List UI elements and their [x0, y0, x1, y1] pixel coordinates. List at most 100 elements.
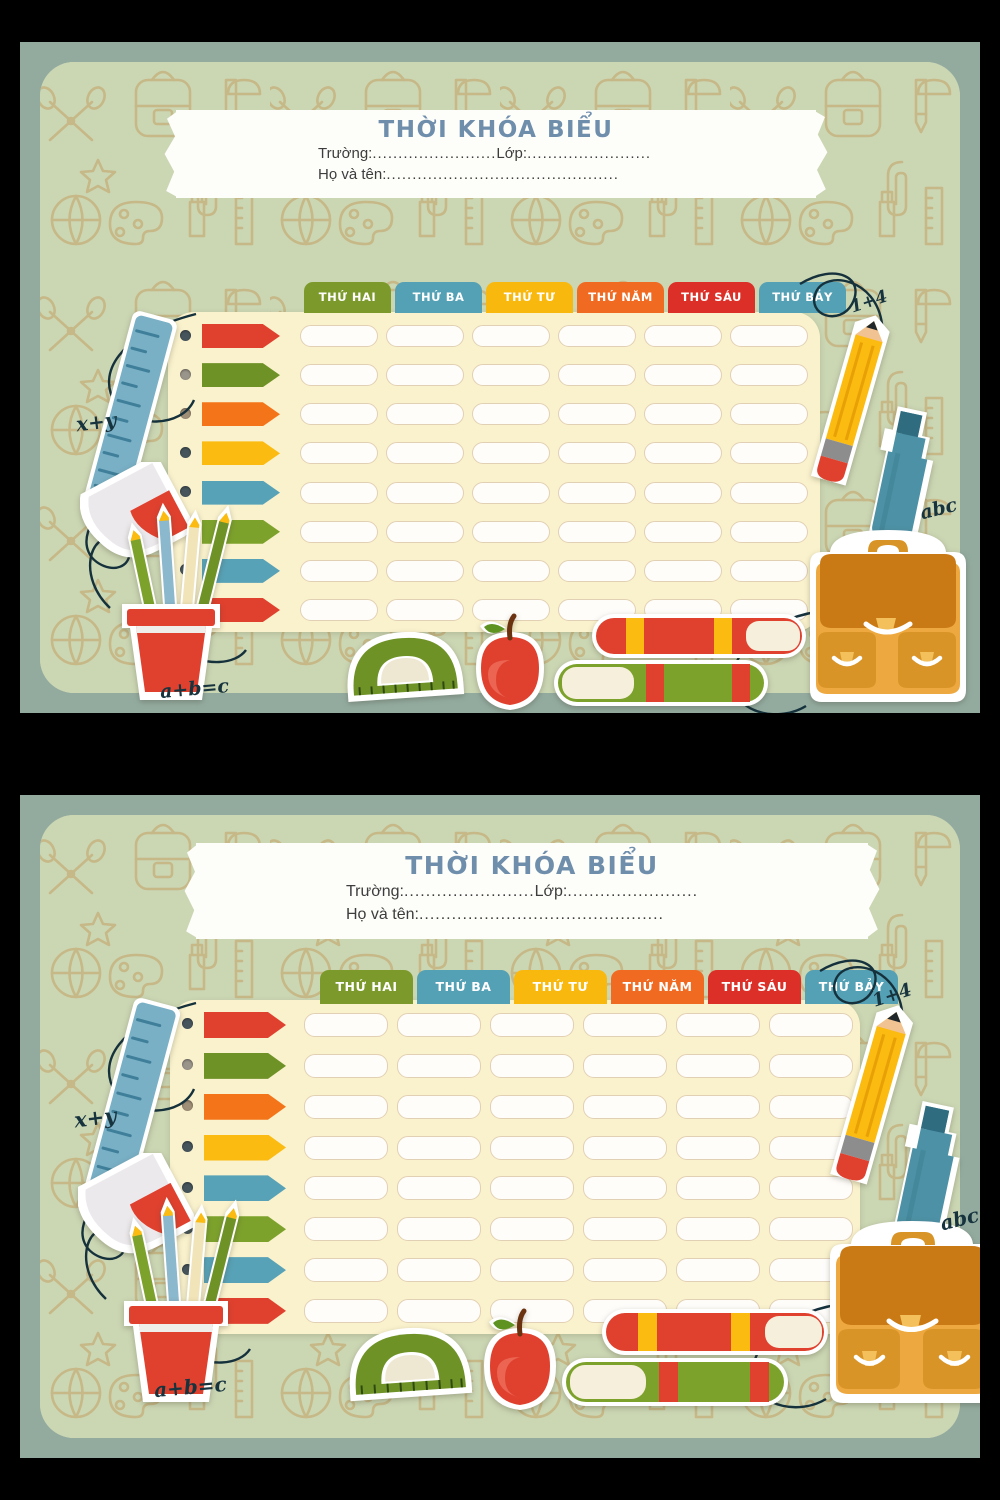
timetable-cell[interactable] [558, 403, 636, 426]
timetable-cell[interactable] [558, 520, 636, 543]
timetable-cell[interactable] [397, 1094, 481, 1119]
timetable-cell[interactable] [558, 481, 636, 504]
timetable-cell[interactable] [472, 325, 550, 347]
timetable-cell[interactable] [644, 481, 722, 504]
timetable-cell[interactable] [558, 559, 636, 582]
row-tag-3[interactable] [204, 1093, 286, 1120]
timetable-cell[interactable] [644, 325, 722, 347]
timetable-cell[interactable] [644, 364, 722, 387]
timetable-cell[interactable] [490, 1135, 574, 1160]
timetable-cell[interactable] [397, 1217, 481, 1242]
timetable-cell[interactable] [490, 1053, 574, 1078]
timetable-cell[interactable] [472, 559, 550, 582]
timetable-cell[interactable] [558, 364, 636, 387]
timetable-cell[interactable] [730, 559, 808, 582]
timetable-cell[interactable] [472, 403, 550, 426]
day-tab-thu-ba[interactable]: THỨ BA [395, 282, 482, 313]
timetable-cell[interactable] [386, 559, 464, 582]
day-tab-thu-sau[interactable]: THỨ SÁU [668, 282, 755, 313]
timetable-cell[interactable] [644, 403, 722, 426]
timetable-cell[interactable] [386, 364, 464, 387]
field-dots-truong[interactable]: ........................ [372, 145, 496, 162]
field-dots-hoten[interactable]: ........................................… [419, 906, 664, 923]
timetable-cell[interactable] [304, 1013, 388, 1037]
timetable-cell[interactable] [730, 520, 808, 543]
timetable-cell[interactable] [490, 1013, 574, 1037]
day-tab-thu-ba[interactable]: THỨ BA [417, 970, 510, 1004]
timetable-cell[interactable] [304, 1176, 388, 1201]
timetable-cell[interactable] [397, 1013, 481, 1037]
timetable-cell[interactable] [386, 520, 464, 543]
field-dots-lop[interactable]: ........................ [567, 883, 698, 900]
timetable-cell[interactable] [300, 364, 378, 387]
timetable-cell[interactable] [472, 481, 550, 504]
day-tab-thu-nam[interactable]: THỨ NĂM [611, 970, 704, 1004]
timetable-cell[interactable] [676, 1258, 760, 1283]
timetable-cell[interactable] [304, 1094, 388, 1119]
timetable-cell[interactable] [397, 1135, 481, 1160]
row-tag-4[interactable] [204, 1134, 286, 1161]
timetable-cell[interactable] [583, 1217, 667, 1242]
timetable-cell[interactable] [300, 403, 378, 426]
timetable-cell[interactable] [300, 325, 378, 347]
timetable-cell[interactable] [304, 1135, 388, 1160]
timetable-cell[interactable] [676, 1135, 760, 1160]
row-tag-1[interactable] [202, 324, 280, 348]
row-tag-1[interactable] [204, 1012, 286, 1038]
timetable-cell[interactable] [644, 559, 722, 582]
timetable-cell[interactable] [644, 520, 722, 543]
timetable-cell[interactable] [558, 442, 636, 465]
timetable-cell[interactable] [676, 1013, 760, 1037]
day-tab-thu-sau[interactable]: THỨ SÁU [708, 970, 801, 1004]
row-tag-4[interactable] [202, 441, 280, 466]
timetable-cell[interactable] [397, 1053, 481, 1078]
day-tab-thu-tu[interactable]: THỨ TƯ [514, 970, 607, 1004]
timetable-cell[interactable] [300, 559, 378, 582]
timetable-cell[interactable] [386, 403, 464, 426]
timetable-cell[interactable] [300, 481, 378, 504]
field-dots-truong[interactable]: ........................ [404, 883, 535, 900]
timetable-cell[interactable] [676, 1053, 760, 1078]
timetable-cell[interactable] [583, 1176, 667, 1201]
timetable-cell[interactable] [300, 520, 378, 543]
timetable-cell[interactable] [730, 481, 808, 504]
row-tag-3[interactable] [202, 402, 280, 427]
timetable-cell[interactable] [386, 481, 464, 504]
timetable-cell[interactable] [583, 1135, 667, 1160]
day-tab-thu-hai[interactable]: THỨ HAI [304, 282, 391, 313]
timetable-cell[interactable] [676, 1176, 760, 1201]
timetable-cell[interactable] [583, 1053, 667, 1078]
timetable-cell[interactable] [490, 1176, 574, 1201]
timetable-cell[interactable] [583, 1258, 667, 1283]
timetable-cell[interactable] [386, 598, 464, 621]
timetable-cell[interactable] [397, 1176, 481, 1201]
field-dots-hoten[interactable]: ........................................… [386, 166, 619, 183]
timetable-cell[interactable] [490, 1258, 574, 1283]
timetable-cell[interactable] [300, 598, 378, 621]
timetable-cell[interactable] [583, 1013, 667, 1037]
timetable-cell[interactable] [397, 1258, 481, 1283]
timetable-cell[interactable] [386, 325, 464, 347]
timetable-cell[interactable] [304, 1258, 388, 1283]
timetable-cell[interactable] [304, 1217, 388, 1242]
day-tab-thu-tu[interactable]: THỨ TƯ [486, 282, 573, 313]
timetable-cell[interactable] [386, 442, 464, 465]
row-tag-2[interactable] [204, 1052, 286, 1079]
day-tab-thu-nam[interactable]: THỨ NĂM [577, 282, 664, 313]
timetable-cell[interactable] [472, 364, 550, 387]
timetable-cell[interactable] [304, 1053, 388, 1078]
timetable-cell[interactable] [472, 520, 550, 543]
timetable-cell[interactable] [676, 1094, 760, 1119]
timetable-cell[interactable] [472, 442, 550, 465]
timetable-cell[interactable] [583, 1094, 667, 1119]
timetable-cell[interactable] [730, 403, 808, 426]
timetable-cell[interactable] [730, 442, 808, 465]
field-dots-lop[interactable]: ........................ [527, 145, 651, 162]
timetable-cell[interactable] [558, 325, 636, 347]
timetable-cell[interactable] [644, 442, 722, 465]
timetable-cell[interactable] [490, 1094, 574, 1119]
row-tag-2[interactable] [202, 363, 280, 388]
timetable-cell[interactable] [300, 442, 378, 465]
timetable-cell[interactable] [676, 1217, 760, 1242]
timetable-cell[interactable] [490, 1217, 574, 1242]
